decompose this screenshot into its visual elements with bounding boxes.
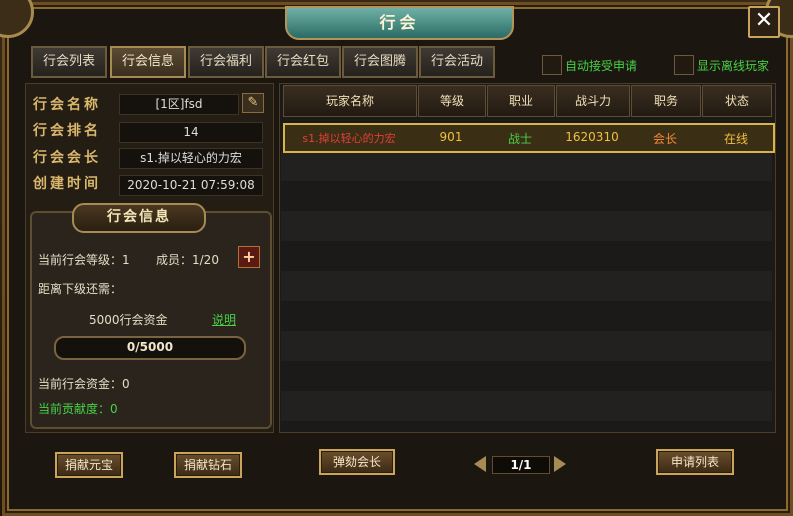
- tab-guild-list[interactable]: 行会列表: [31, 46, 107, 78]
- window-title: 行会: [285, 6, 514, 40]
- empty-row: [281, 391, 772, 421]
- application-list-button[interactable]: 申请列表: [656, 449, 734, 475]
- header-role: 职务: [631, 85, 701, 117]
- guild-rank-value: 14: [119, 122, 263, 143]
- current-funds-text: 当前行会资金：0: [38, 377, 130, 391]
- section-title: 行会信息: [72, 203, 206, 233]
- auto-accept-checkbox[interactable]: [542, 55, 562, 75]
- header-power: 战斗力: [556, 85, 630, 117]
- header-class: 职业: [487, 85, 555, 117]
- funds-needed-text: 5000行会资金: [89, 313, 168, 327]
- explain-link[interactable]: 说明: [212, 311, 236, 328]
- header-level: 等级: [418, 85, 486, 117]
- cell-level: 901: [439, 130, 463, 144]
- created-time-value: 2020-10-21 07:59:08: [119, 175, 263, 196]
- edit-icon[interactable]: ✎: [242, 93, 264, 113]
- cell-role: 会长: [652, 132, 677, 146]
- auto-accept-label: 自动接受申请: [565, 59, 638, 73]
- impeach-leader-button[interactable]: 弹劾会长: [319, 449, 395, 475]
- next-page-icon[interactable]: [554, 456, 566, 472]
- guild-name-label: 行会名称: [33, 97, 101, 113]
- guild-leader-label: 行会会长: [33, 150, 101, 166]
- contribution-text: 当前贡献度：0: [38, 402, 118, 416]
- guild-level-text: 当前行会等级：1: [38, 253, 130, 267]
- cell-player-name: s1.掉以轻心的力宏: [302, 132, 396, 145]
- tab-guild-activity[interactable]: 行会活动: [419, 46, 495, 78]
- close-icon[interactable]: ✕: [748, 6, 780, 38]
- empty-row: [281, 151, 772, 181]
- empty-row: [281, 361, 772, 391]
- page-indicator: 1/1: [492, 456, 550, 474]
- pager: 1/1: [474, 456, 568, 474]
- empty-row: [281, 301, 772, 331]
- tab-guild-redpacket[interactable]: 行会红包: [265, 46, 341, 78]
- header-status: 状态: [702, 85, 772, 117]
- guild-rank-label: 行会排名: [33, 123, 101, 139]
- next-level-text: 距离下级还需：: [38, 282, 123, 296]
- donate-yuanbao-button[interactable]: 捐献元宝: [55, 452, 123, 478]
- cell-power: 1620310: [565, 130, 619, 144]
- cell-status: 在线: [723, 132, 748, 146]
- progress-text: 0/5000: [126, 340, 174, 354]
- empty-row: [281, 211, 772, 241]
- prev-page-icon[interactable]: [474, 456, 486, 472]
- show-offline-label: 显示离线玩家: [697, 59, 770, 73]
- cell-class: 战士: [507, 132, 532, 146]
- show-offline-checkbox[interactable]: [674, 55, 694, 75]
- empty-row: [281, 331, 772, 361]
- empty-row: [281, 271, 772, 301]
- guild-name-value: [1区]fsd: [119, 94, 239, 115]
- funds-progress-bar: 0/5000: [54, 336, 246, 360]
- header-player-name: 玩家名称: [283, 85, 417, 117]
- empty-row: [281, 241, 772, 271]
- created-time-label: 创建时间: [33, 176, 101, 192]
- tab-guild-welfare[interactable]: 行会福利: [188, 46, 264, 78]
- tab-guild-totem[interactable]: 行会图腾: [342, 46, 418, 78]
- empty-row: [281, 181, 772, 211]
- guild-leader-value: s1.掉以轻心的力宏: [119, 148, 263, 169]
- donate-diamond-button[interactable]: 捐献钻石: [174, 452, 242, 478]
- plus-icon[interactable]: +: [238, 246, 260, 268]
- tab-guild-info[interactable]: 行会信息: [110, 46, 186, 78]
- members-text: 成员：1/20: [156, 253, 219, 267]
